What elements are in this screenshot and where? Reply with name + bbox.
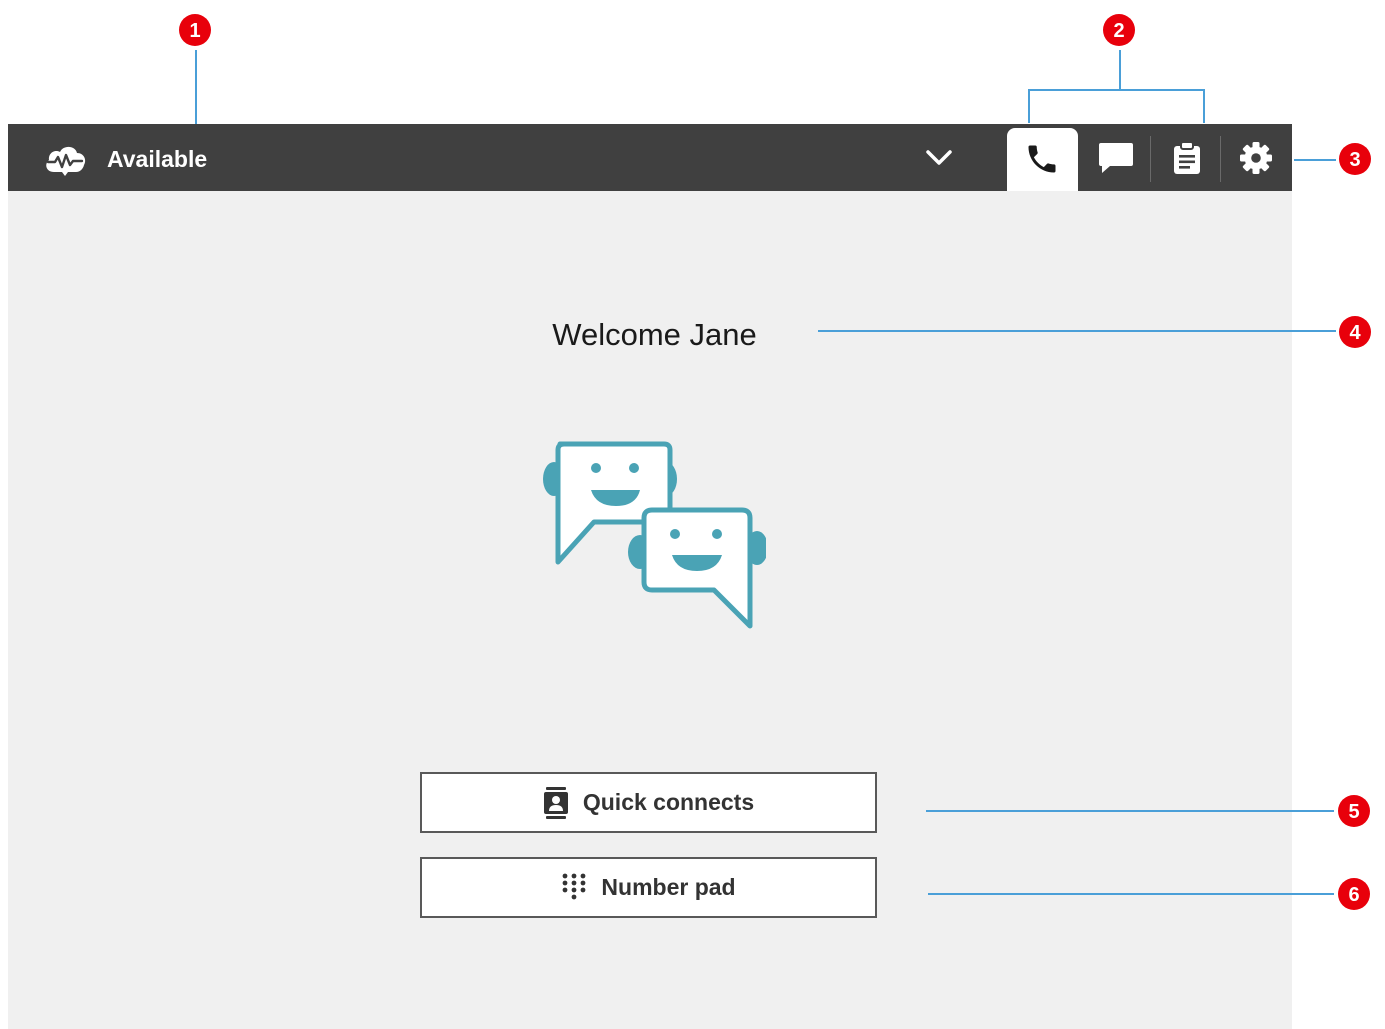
tab-calls[interactable]	[1007, 128, 1078, 191]
chevron-down-icon[interactable]	[923, 146, 955, 170]
quick-connects-label: Quick connects	[582, 789, 755, 815]
cloud-status-icon	[46, 146, 86, 176]
svg-text:3: 3	[1349, 149, 1360, 171]
contact-card-icon	[543, 786, 568, 819]
callout-2-bracket-left	[1028, 89, 1030, 123]
top-bar: Available	[8, 124, 1292, 191]
number-pad-button[interactable]: Number pad	[420, 857, 877, 918]
callout-2-bracket	[1028, 89, 1205, 91]
phone-icon	[1028, 145, 1056, 173]
callout-6: 6	[1335, 875, 1373, 913]
callout-1-line	[195, 50, 197, 124]
callout-5-line	[926, 810, 1334, 812]
callout-1: 1	[176, 11, 214, 49]
callout-4: 4	[1336, 313, 1374, 351]
svg-text:2: 2	[1113, 20, 1124, 42]
callout-3: 3	[1336, 140, 1374, 178]
callout-2-bracket-right	[1203, 89, 1205, 123]
tab-tasks[interactable]	[1152, 124, 1220, 191]
svg-text:5: 5	[1348, 801, 1359, 823]
callout-5: 5	[1335, 792, 1373, 830]
agent-status-label[interactable]: Available	[107, 144, 207, 174]
callout-2: 2	[1100, 11, 1138, 49]
tab-settings[interactable]	[1222, 124, 1292, 191]
callout-4-line	[818, 330, 1336, 332]
number-pad-label: Number pad	[601, 874, 736, 900]
tab-divider	[1220, 136, 1221, 182]
main-panel: Welcome Jane Quick connects Number pad	[8, 191, 1292, 1029]
svg-text:4: 4	[1349, 322, 1361, 344]
clipboard-icon	[1174, 141, 1200, 174]
callout-6-line	[928, 893, 1334, 895]
quick-connects-button[interactable]: Quick connects	[420, 772, 877, 833]
welcome-message: Welcome Jane	[552, 317, 757, 352]
chat-icon	[1099, 143, 1133, 173]
callout-3-line	[1294, 159, 1336, 161]
svg-text:1: 1	[189, 20, 200, 42]
tab-chats[interactable]	[1081, 124, 1151, 191]
svg-text:6: 6	[1348, 884, 1359, 906]
dialpad-icon	[563, 873, 586, 899]
callout-2-line	[1119, 50, 1121, 90]
chat-bubbles-illustration	[543, 441, 766, 629]
gear-icon	[1240, 142, 1272, 174]
